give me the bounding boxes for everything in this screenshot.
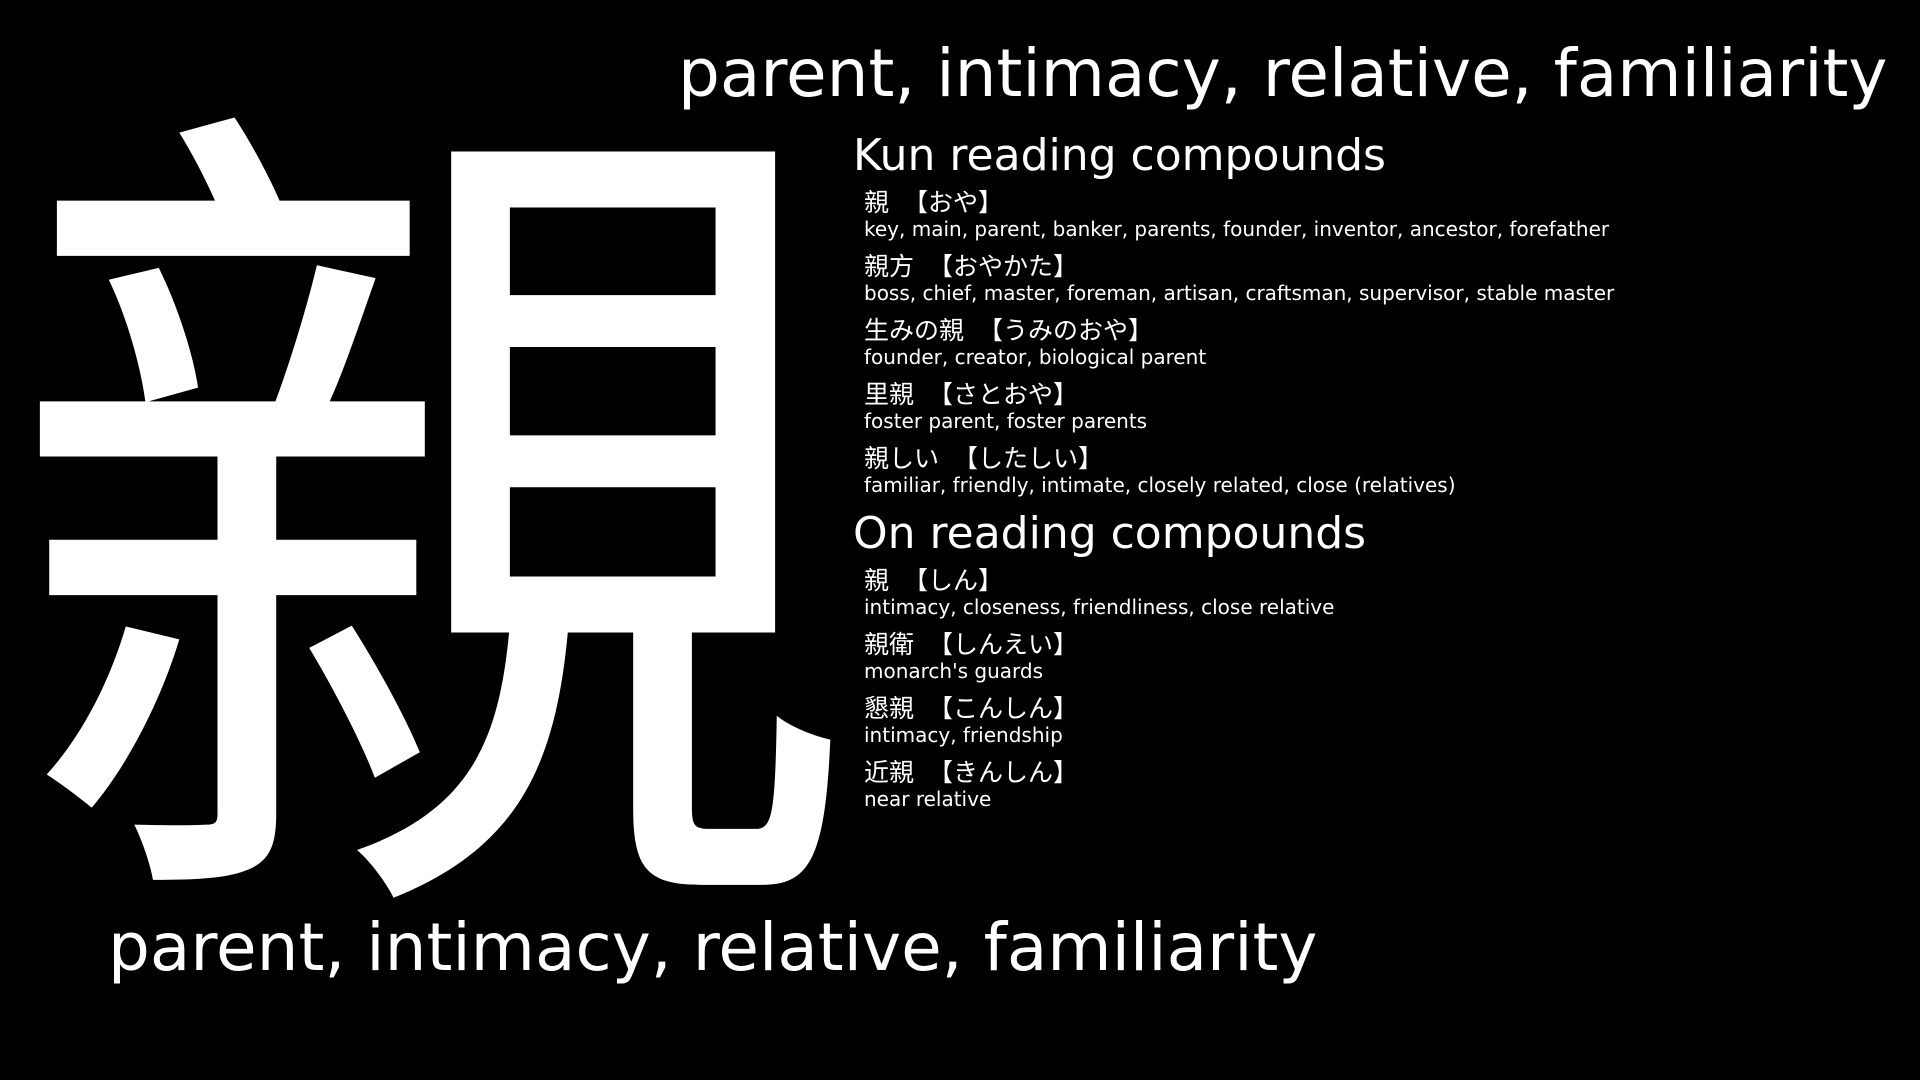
compound-meaning: monarch's guards [864, 659, 1043, 683]
kun-compound-entry: 親方 【おやかた】 boss, chief, master, foreman, a… [864, 252, 1893, 304]
compound-reading: 【きんしん】 [928, 758, 1079, 787]
kanji-meaning-bottom: parent, intimacy, relative, familiarity [108, 909, 1318, 986]
compound-reading: 【おや】 [903, 188, 1004, 217]
on-compound-entry: 近親 【きんしん】 near relative [864, 758, 1893, 810]
compound-reading: 【したしい】 [953, 444, 1104, 473]
compound-word: 親 [864, 566, 890, 595]
compound-word: 生みの親 [864, 316, 965, 345]
compound-word: 里親 [864, 380, 915, 409]
kun-compounds-heading: Kun reading compounds [853, 130, 1386, 181]
compound-word: 近親 [864, 758, 915, 787]
compound-meaning: foster parent, foster parents [864, 409, 1148, 433]
compounds-panel: Kun reading compounds 親【おや】 key, main, p… [853, 130, 1893, 822]
compound-reading: 【さとおや】 [928, 380, 1079, 409]
compound-meaning: near relative [864, 787, 992, 811]
kanji-meaning-top: parent, intimacy, relative, familiarity [678, 35, 1888, 112]
compound-meaning: intimacy, friendship [864, 723, 1063, 747]
compound-meaning: boss, chief, master, foreman, artisan, c… [864, 281, 1615, 305]
compound-meaning: familiar, friendly, intimate, closely re… [864, 473, 1456, 497]
compound-word: 親しい [864, 444, 940, 473]
compound-reading: 【うみのおや】 [978, 316, 1154, 345]
kun-compound-entry: 里親 【さとおや】 foster parent, foster parents [864, 380, 1893, 432]
on-compound-entry: 親【しん】 intimacy, closeness, friendliness,… [864, 566, 1893, 618]
compound-meaning: intimacy, closeness, friendliness, close… [864, 595, 1335, 619]
kun-compound-entry: 親【おや】 key, main, parent, banker, parents… [864, 188, 1893, 240]
compound-word: 親方 [864, 252, 915, 281]
compound-reading: 【こんしん】 [928, 694, 1079, 723]
kun-compound-entry: 生みの親 【うみのおや】 founder, creator, biological… [864, 316, 1893, 368]
compound-meaning: key, main, parent, banker, parents, foun… [864, 217, 1610, 241]
compound-meaning: founder, creator, biological parent [864, 345, 1207, 369]
compound-word: 親衛 [864, 630, 915, 659]
compound-word: 親 [864, 188, 890, 217]
on-compound-entry: 親衛 【しんえい】 monarch's guards [864, 630, 1893, 682]
compound-reading: 【しんえい】 [928, 630, 1079, 659]
compound-word: 懇親 [864, 694, 915, 723]
compound-reading: 【しん】 [903, 566, 1004, 595]
compound-reading: 【おやかた】 [928, 252, 1079, 281]
on-compound-entry: 懇親 【こんしん】 intimacy, friendship [864, 694, 1893, 746]
on-compounds-heading: On reading compounds [853, 508, 1367, 559]
kun-compound-entry: 親しい 【したしい】 familiar, friendly, intimate, … [864, 444, 1893, 496]
kanji-character: 親 [5, 40, 855, 1029]
